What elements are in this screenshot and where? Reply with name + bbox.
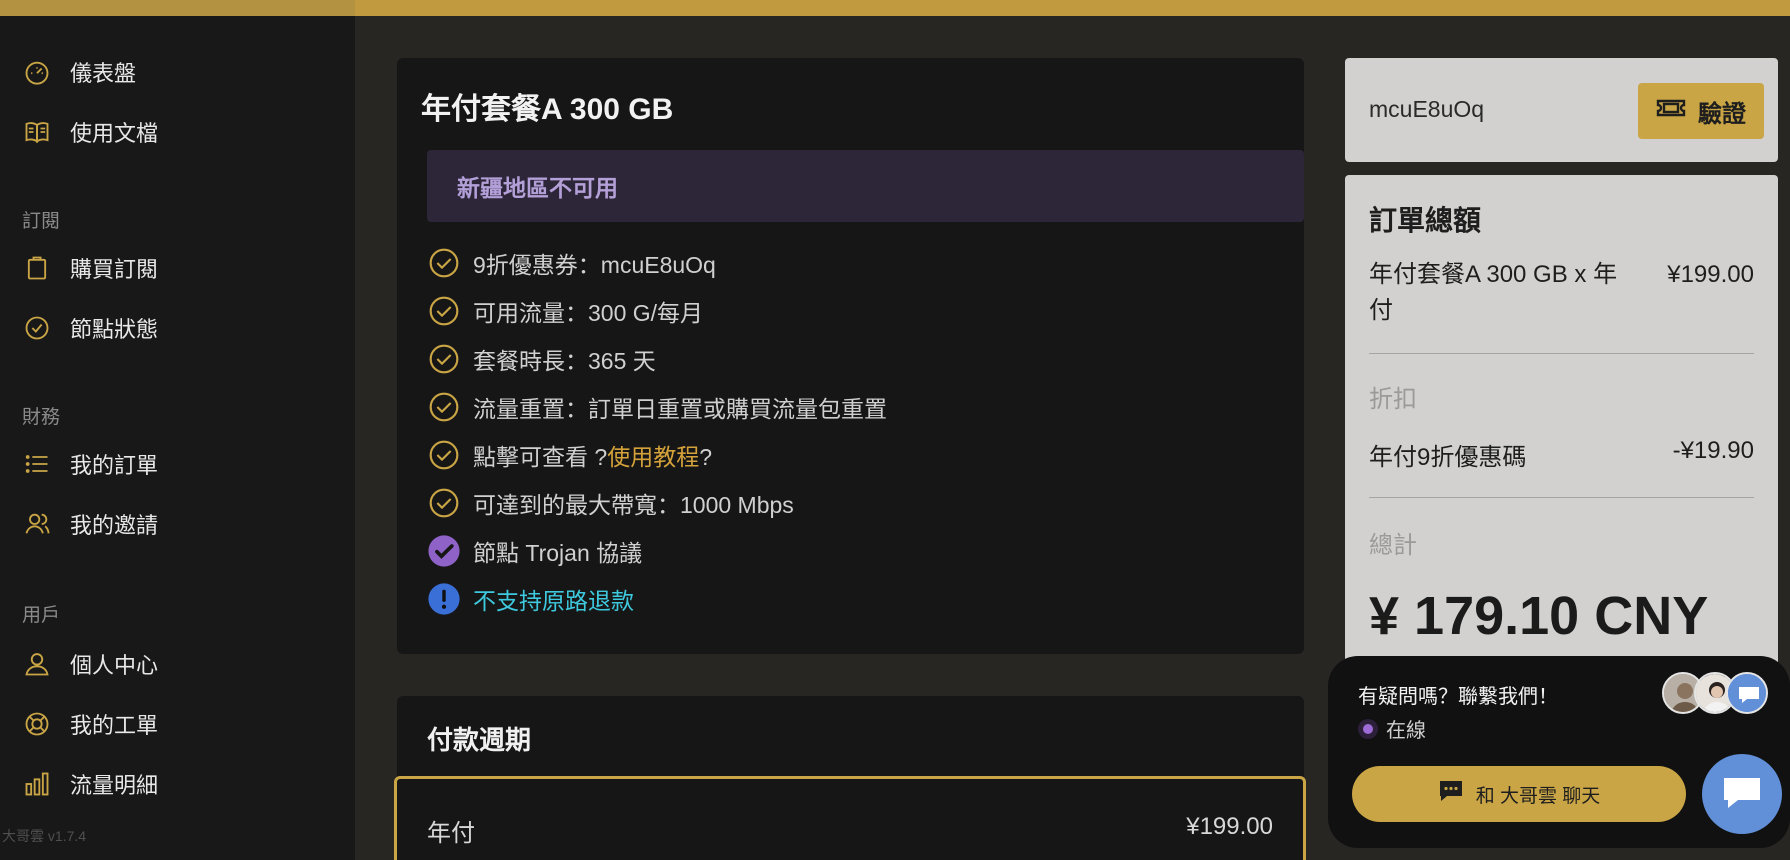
- feature-item: 可達到的最大帶寬：1000 Mbps: [427, 486, 794, 520]
- sidebar-item-profile[interactable]: 個人中心: [22, 644, 158, 684]
- feature-text: 可用流量：300 G/每月: [473, 300, 704, 326]
- check-circle-icon: [427, 294, 461, 328]
- chat-bubble-icon: [1726, 672, 1768, 714]
- feature-text: 可達到的最大帶寬：1000 Mbps: [473, 492, 794, 518]
- message-icon: [1438, 779, 1464, 809]
- check-circle-icon: [427, 390, 461, 424]
- discount-name: 年付9折優惠碼: [1369, 444, 1527, 471]
- exclamation-icon: [427, 582, 461, 616]
- period-option-yearly[interactable]: 年付 ¥199.00: [394, 776, 1306, 860]
- feature-text-pre: 點擊可查看 ?: [473, 444, 608, 470]
- sidebar-item-label: 節點狀態: [70, 317, 159, 342]
- order-total-card: 訂單總額 年付套餐A 300 GB x 年付 ¥199.00 折扣 年付9折優惠…: [1345, 175, 1778, 675]
- sidebar-item-label: 我的工單: [70, 713, 159, 738]
- check-circle-icon: [427, 438, 461, 472]
- feature-text: 9折優惠券：mcuE8uOq: [473, 252, 716, 278]
- chat-bubble-icon: [1720, 772, 1764, 817]
- check-circle-icon: [22, 313, 52, 343]
- feature-item: 點擊可查看 ?使用教程?: [427, 438, 712, 472]
- feature-text: 不支持原路退款: [473, 588, 634, 614]
- verify-label: 驗證: [1698, 100, 1746, 128]
- feature-item: 不支持原路退款: [427, 582, 634, 616]
- order-item-name: 年付套餐A 300 GB x 年付: [1369, 261, 1618, 324]
- sidebar-item-my-invites[interactable]: 我的邀請: [22, 504, 158, 544]
- sidebar-item-traffic[interactable]: 流量明細: [22, 764, 158, 804]
- feature-item: 節點 Trojan 協議: [427, 534, 642, 568]
- verify-button[interactable]: 驗證: [1638, 83, 1764, 139]
- chat-status: 在線: [1358, 714, 1426, 743]
- feature-text: 套餐時長：365 天: [473, 348, 656, 374]
- chat-status-text: 在線: [1386, 720, 1426, 742]
- feature-item: 可用流量：300 G/每月: [427, 294, 703, 328]
- period-option-name: 年付: [427, 820, 475, 847]
- feature-text: 節點 Trojan 協議: [473, 540, 643, 566]
- sidebar: 儀表盤 使用文檔 訂閱 購買訂閱 節點狀態 財務 我的訂單 我的邀請 用戶 個人…: [0, 16, 355, 860]
- check-circle-icon: [427, 342, 461, 376]
- sidebar-item-label: 我的訂單: [70, 453, 159, 478]
- users-icon: [22, 509, 52, 539]
- sidebar-item-label: 使用文檔: [70, 121, 159, 146]
- order-total-amount: ¥ 179.10 CNY: [1369, 586, 1709, 646]
- top-accent-bar: [0, 0, 1790, 16]
- speedometer-icon: [22, 57, 52, 87]
- clipboard-icon: [22, 253, 52, 283]
- plan-card: 年付套餐A 300 GB 新疆地區不可用 9折優惠券：mcuE8uOq 可用流量…: [397, 58, 1304, 654]
- plan-title: 年付套餐A 300 GB: [421, 93, 674, 126]
- sidebar-item-buy-subscription[interactable]: 購買訂閱: [22, 248, 158, 288]
- total-label: 總計: [1369, 532, 1417, 559]
- lifebuoy-icon: [22, 709, 52, 739]
- order-total-title: 訂單總額: [1369, 205, 1482, 236]
- section-title: 訂閱: [22, 211, 61, 232]
- discount-value: -¥19.90: [1672, 437, 1754, 464]
- chat-launcher-button[interactable]: [1702, 754, 1782, 834]
- agent-avatars: [1662, 672, 1768, 714]
- feature-text: 點擊可查看 ?使用教程?: [473, 438, 712, 472]
- list-icon: [22, 449, 52, 479]
- feature-text: 流量重置：訂單日重置或購買流量包重置: [473, 396, 887, 422]
- sidebar-item-label: 儀表盤: [70, 61, 137, 86]
- start-chat-button[interactable]: 和 大哥雲 聊天: [1352, 766, 1686, 822]
- section-title: 用戶: [22, 605, 61, 626]
- period-option-price: ¥199.00: [1186, 813, 1273, 840]
- sidebar-item-my-orders[interactable]: 我的訂單: [22, 444, 158, 484]
- tutorial-link[interactable]: 使用教程: [607, 444, 699, 470]
- sidebar-item-label: 個人中心: [70, 653, 159, 678]
- user-icon: [22, 649, 52, 679]
- divider: [1369, 497, 1754, 498]
- app-version: 大哥雲 v1.7.4: [2, 828, 87, 844]
- sidebar-item-tickets[interactable]: 我的工單: [22, 704, 158, 744]
- feature-item: 流量重置：訂單日重置或購買流量包重置: [427, 390, 887, 424]
- coupon-card: 驗證: [1345, 58, 1778, 162]
- ticket-icon: [1656, 96, 1686, 127]
- filled-check-icon: [427, 534, 461, 568]
- check-circle-icon: [427, 246, 461, 280]
- chat-question: 有疑問嗎？聯繫我們！: [1358, 686, 1558, 708]
- book-icon: [22, 117, 52, 147]
- online-dot-icon: [1358, 718, 1378, 739]
- sidebar-item-label: 我的邀請: [70, 513, 159, 538]
- divider: [1369, 353, 1754, 354]
- feature-item: 套餐時長：365 天: [427, 342, 656, 376]
- start-chat-label: 和 大哥雲 聊天: [1475, 785, 1601, 807]
- coupon-input[interactable]: [1369, 96, 1619, 123]
- sidebar-item-label: 購買訂閱: [70, 257, 159, 282]
- feature-text-post: ?: [699, 444, 712, 470]
- order-item-price: ¥199.00: [1667, 261, 1754, 288]
- bar-chart-icon: [22, 769, 52, 799]
- region-alert: 新疆地區不可用: [427, 150, 1304, 222]
- feature-item: 9折優惠券：mcuE8uOq: [427, 246, 716, 280]
- check-circle-icon: [427, 486, 461, 520]
- sidebar-item-docs[interactable]: 使用文檔: [22, 112, 158, 152]
- discount-label: 折扣: [1369, 386, 1417, 413]
- sidebar-item-label: 流量明細: [70, 773, 159, 798]
- period-title: 付款週期: [427, 725, 532, 755]
- section-title: 財務: [22, 407, 61, 428]
- sidebar-item-dashboard[interactable]: 儀表盤: [22, 52, 136, 92]
- sidebar-item-node-status[interactable]: 節點狀態: [22, 308, 158, 348]
